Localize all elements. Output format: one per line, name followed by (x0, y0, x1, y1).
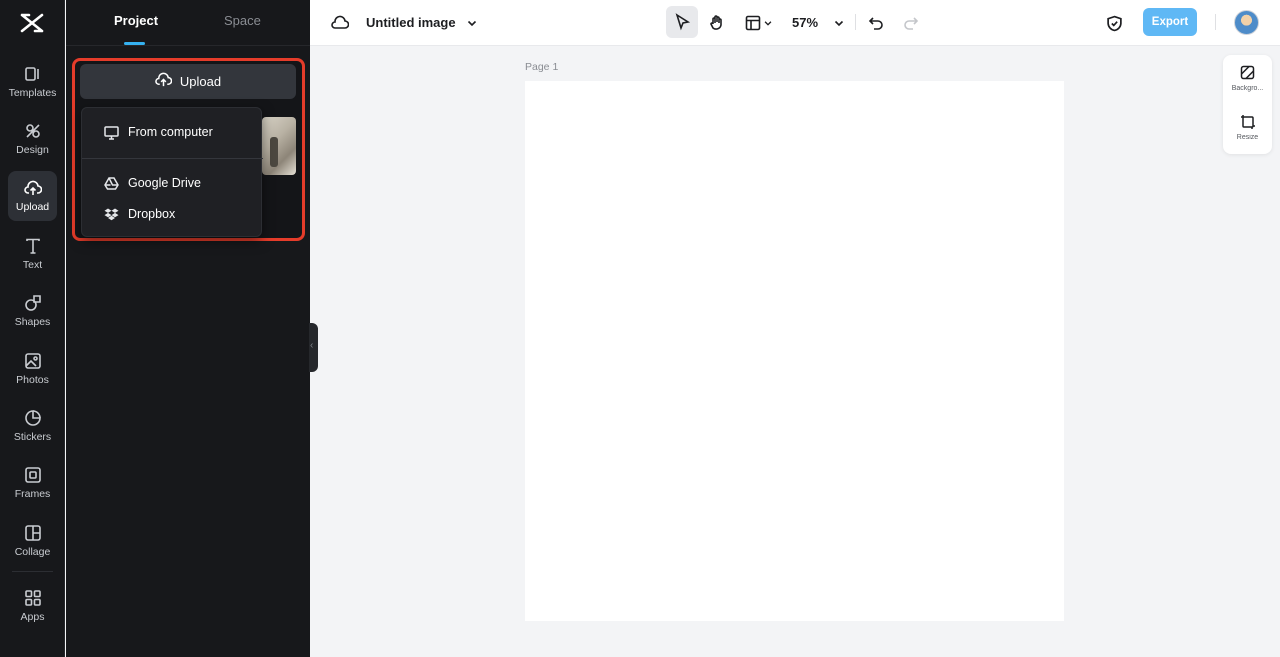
avatar[interactable] (1234, 10, 1259, 35)
rail-item-photos[interactable]: Photos (8, 344, 57, 394)
chevron-down-icon (834, 20, 844, 27)
rail-item-label: Shapes (14, 316, 51, 328)
rail-item-design[interactable]: Design (8, 114, 57, 164)
shapes-icon (24, 295, 41, 311)
resize-button[interactable]: Resize (1223, 104, 1272, 148)
rail-item-upload[interactable]: Upload (8, 171, 57, 221)
upload-button-label: Upload (179, 74, 222, 89)
capcut-logo-icon[interactable] (19, 11, 45, 35)
left-rail: Templates Design Upload Text Shapes Phot… (0, 0, 65, 657)
menu-item-label: Dropbox (128, 207, 176, 221)
rail-item-label: Photos (16, 374, 49, 386)
upload-cloud-icon (23, 180, 42, 195)
menu-item-from-computer[interactable]: From computer (82, 116, 263, 148)
chevron-down-icon (467, 20, 477, 27)
rail-item-label: Text (22, 259, 43, 271)
zoom-dropdown-button[interactable] (831, 13, 847, 33)
menu-item-label: Google Drive (128, 176, 201, 190)
upload-cloud-icon (155, 72, 172, 87)
export-button[interactable]: Export (1143, 8, 1197, 36)
google-drive-icon (104, 176, 119, 190)
rail-item-stickers[interactable]: Stickers (8, 401, 57, 451)
select-tool-button[interactable] (666, 6, 698, 38)
chevron-left-icon: ‹ (310, 340, 314, 351)
toolbar-divider (855, 14, 856, 30)
rail-item-label: Stickers (13, 431, 52, 443)
undo-icon (868, 17, 883, 30)
top-bar: Untitled image 57% Export (310, 0, 1280, 46)
background-icon (1240, 65, 1255, 80)
shield-check-icon (1106, 15, 1122, 31)
cloud-save-button[interactable] (330, 13, 350, 33)
rail-divider (12, 571, 53, 572)
rail-item-label: Apps (20, 611, 45, 623)
redo-button[interactable] (901, 12, 921, 34)
canvas-page[interactable] (525, 81, 1064, 621)
rail-item-label: Design (16, 144, 49, 156)
redo-icon (904, 17, 919, 30)
document-title[interactable]: Untitled image (366, 15, 456, 30)
hand-icon (710, 15, 722, 30)
rail-item-collage[interactable]: Collage (8, 516, 57, 566)
cursor-icon (675, 13, 691, 31)
stickers-icon (24, 410, 41, 426)
frames-icon (24, 467, 41, 483)
hand-tool-button[interactable] (706, 12, 728, 34)
rail-item-label: Templates (8, 87, 57, 99)
uploaded-image-thumbnail[interactable] (262, 117, 296, 175)
rail-item-label: Upload (15, 201, 50, 213)
design-icon (25, 124, 40, 138)
title-dropdown-button[interactable] (464, 13, 480, 33)
upload-button[interactable]: Upload (80, 64, 296, 99)
active-tab-indicator (124, 42, 145, 45)
tab-space[interactable]: Space (224, 13, 261, 28)
collage-icon (24, 525, 41, 541)
zoom-level[interactable]: 57% (792, 15, 818, 30)
rail-item-templates[interactable]: Templates (8, 57, 57, 107)
layout-dropdown-button[interactable] (742, 12, 776, 34)
rail-item-apps[interactable]: Apps (8, 581, 57, 631)
panel-collapse-handle[interactable]: ‹ (309, 323, 318, 372)
menu-item-label: From computer (128, 125, 213, 139)
dropbox-icon (104, 208, 119, 220)
resize-icon (1241, 115, 1255, 129)
chevron-down-icon (764, 21, 772, 26)
tab-project[interactable]: Project (114, 13, 158, 28)
templates-icon (24, 67, 39, 81)
panel-tabs: Project Space (66, 0, 310, 46)
security-button[interactable] (1103, 12, 1125, 34)
upload-source-menu: From computer Google Drive Dropbox (81, 107, 263, 237)
page-label: Page 1 (525, 61, 559, 73)
background-label: Backgro... (1231, 85, 1264, 92)
apps-icon (24, 590, 41, 606)
rail-item-label: Collage (14, 546, 51, 558)
photos-icon (24, 353, 41, 369)
menu-divider (82, 158, 263, 159)
rail-item-shapes[interactable]: Shapes (8, 286, 57, 336)
layout-icon (745, 15, 761, 31)
undo-button[interactable] (866, 12, 886, 34)
monitor-icon (104, 125, 119, 140)
rail-item-text[interactable]: Text (8, 229, 57, 279)
background-button[interactable]: Backgro... (1223, 55, 1272, 99)
rail-item-frames[interactable]: Frames (8, 458, 57, 508)
cloud-icon (331, 15, 349, 29)
text-icon (25, 238, 40, 254)
menu-item-dropbox[interactable]: Dropbox (82, 198, 263, 230)
right-tool-panel: Backgro... Resize (1223, 55, 1272, 154)
menu-item-google-drive[interactable]: Google Drive (82, 167, 263, 199)
toolbar-divider (1215, 14, 1216, 30)
rail-item-label: Frames (14, 488, 51, 500)
resize-label: Resize (1236, 134, 1259, 141)
